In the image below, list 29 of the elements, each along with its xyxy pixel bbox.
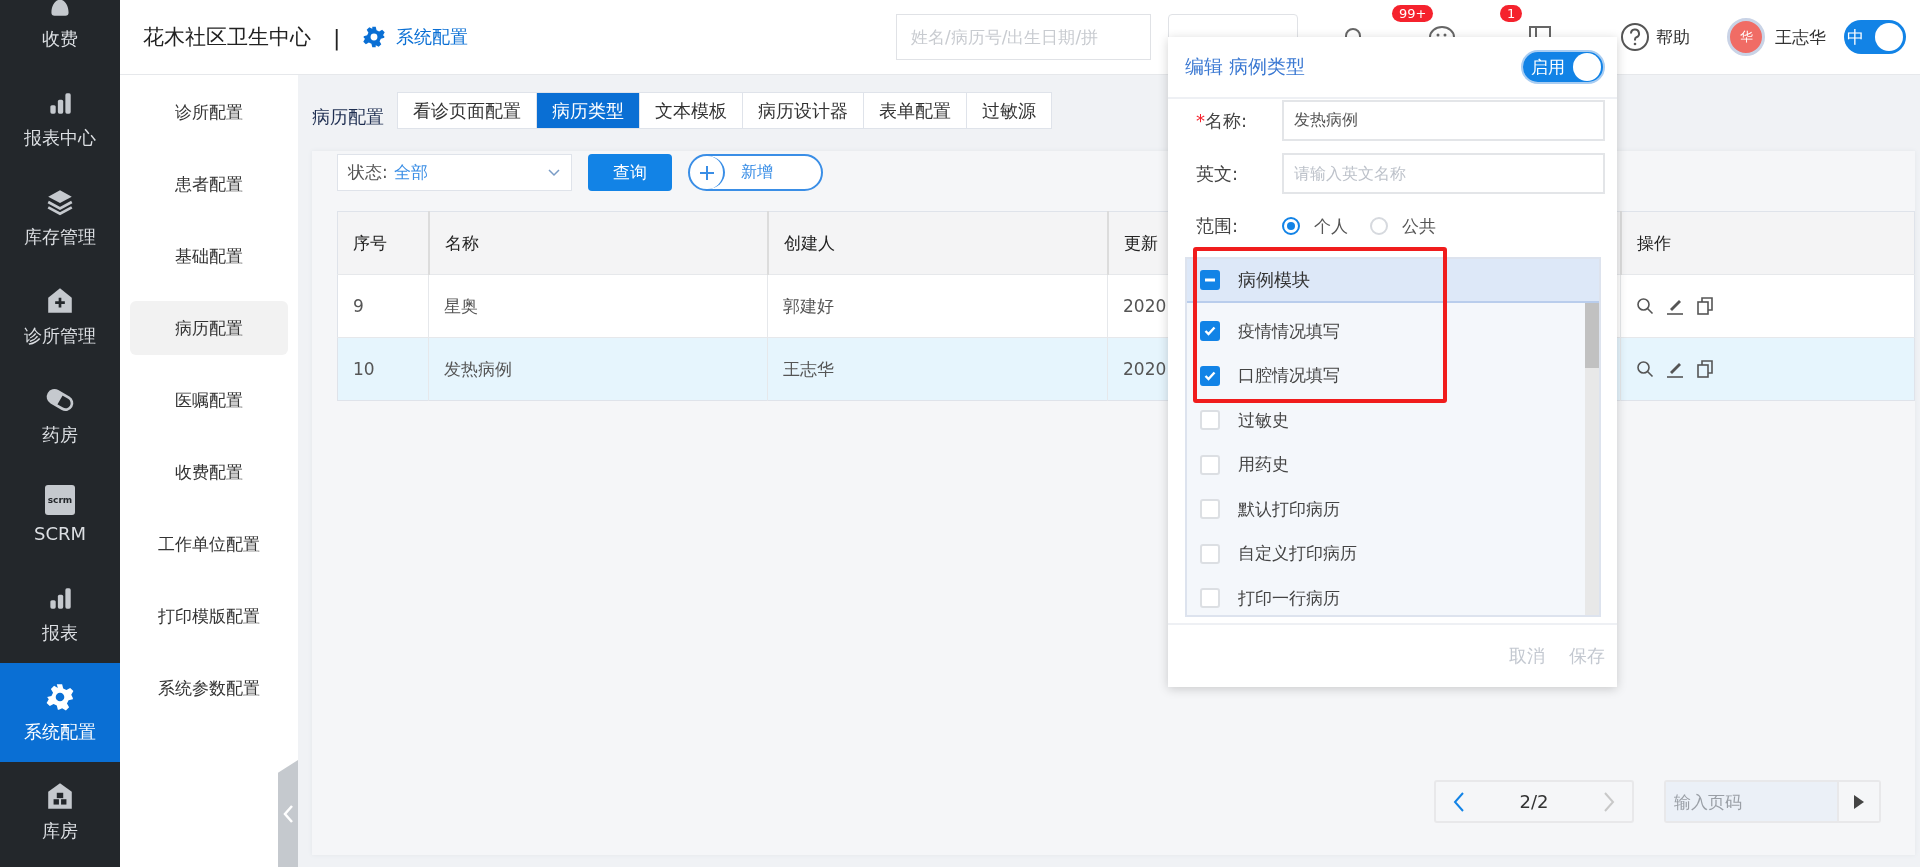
section-title: 病历配置 [312, 105, 384, 129]
table-cell: 发热病例 [428, 337, 768, 401]
column-header: 创建人 [767, 211, 1108, 275]
table-cell: 星奥 [428, 274, 768, 338]
scrm-icon: scrm [45, 485, 75, 515]
module-label: 过敏史 [1238, 408, 1289, 432]
module-label: 打印一行病历 [1238, 586, 1340, 610]
table-cell: 10 [337, 337, 429, 401]
field-label: 范围: [1196, 214, 1240, 238]
message-badge: 1 [1500, 5, 1523, 22]
page-indicator: 2/2 [1519, 791, 1549, 812]
column-header: 序号 [337, 211, 429, 275]
clinic-name: 花木社区卫生中心 [143, 24, 311, 51]
module-label: 用药史 [1238, 453, 1289, 477]
module-label: 默认打印病历 [1238, 497, 1340, 521]
column-header: 名称 [428, 211, 768, 275]
table-cell: 郭建好 [767, 274, 1108, 338]
notification-badge: 99+ [1392, 5, 1434, 22]
module-label: 自定义打印病历 [1238, 542, 1357, 566]
column-header: 操作 [1620, 211, 1915, 275]
field-label: 英文: [1196, 161, 1240, 186]
module-label: 口腔情况填写 [1238, 364, 1340, 388]
module-title: 系统配置 [396, 25, 469, 49]
table-cell: 王志华 [767, 337, 1108, 401]
field-label: *名称: [1196, 108, 1249, 133]
separator: | [333, 24, 341, 50]
user-name: 王志华 [1775, 25, 1826, 49]
table-cell: 9 [337, 274, 429, 338]
dialog-title: 编辑 病例类型 [1185, 54, 1306, 79]
